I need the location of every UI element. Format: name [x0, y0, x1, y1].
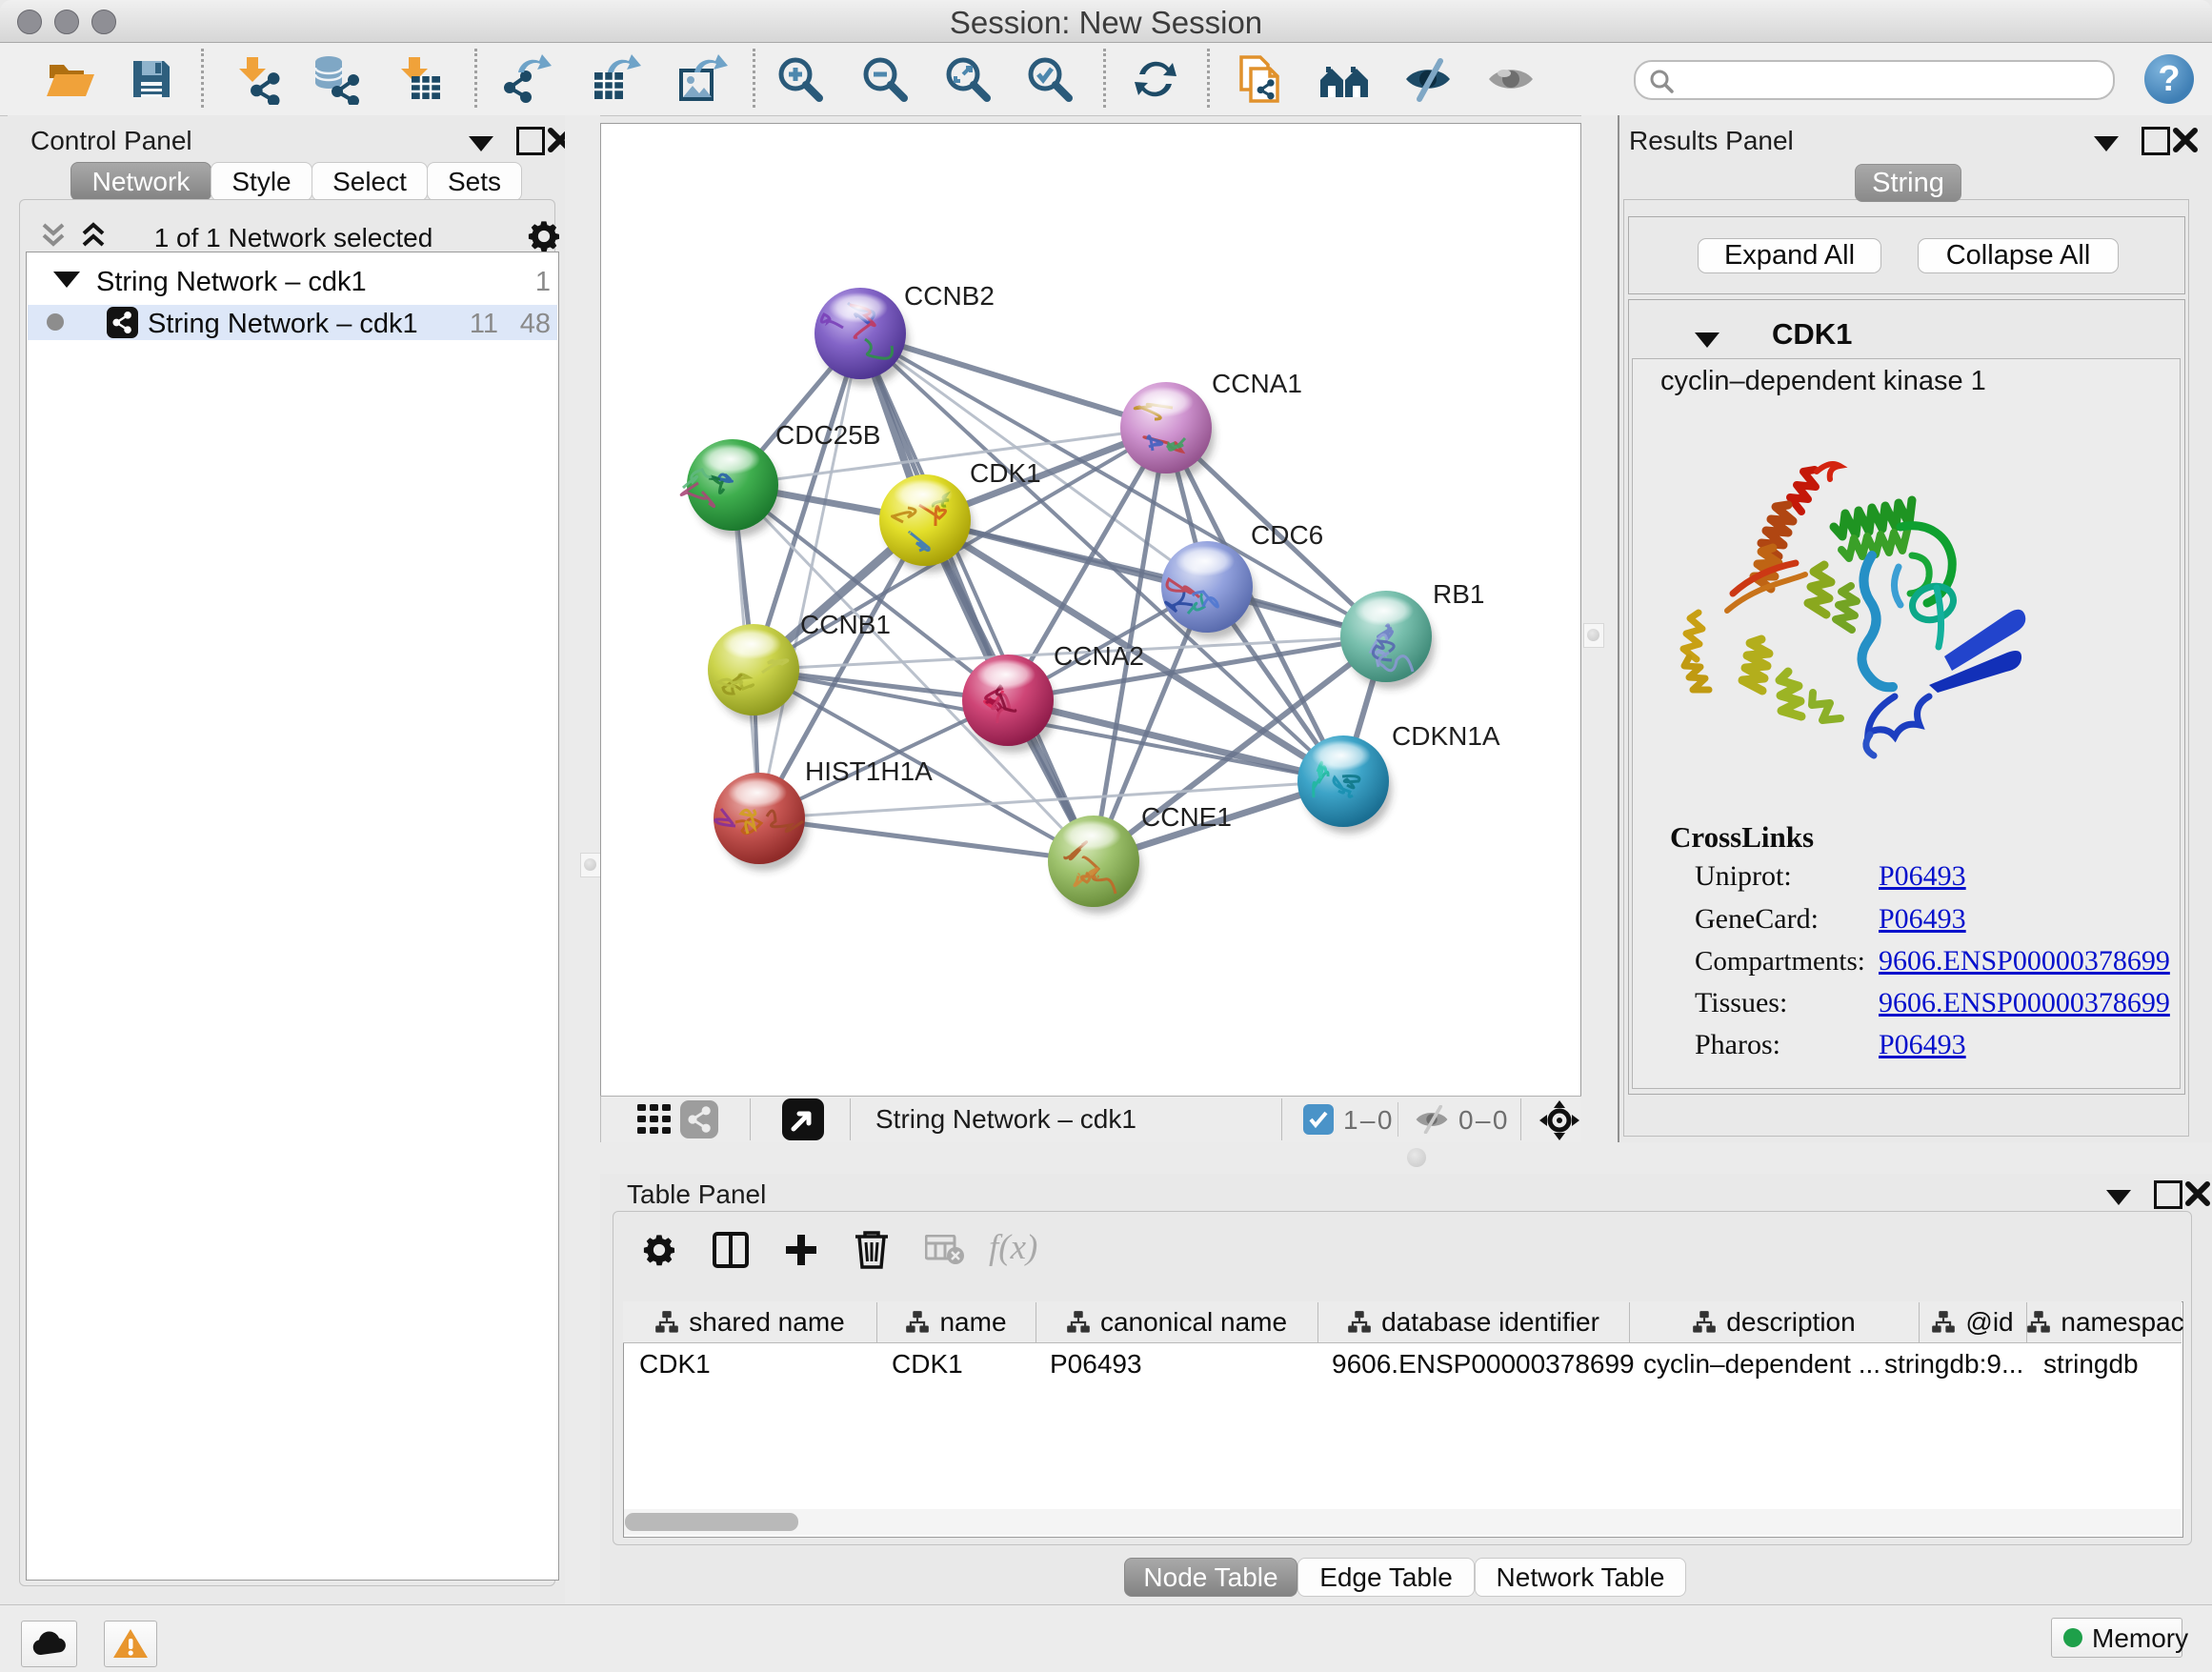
svg-text:CDK1: CDK1: [970, 458, 1041, 488]
svg-text:HIST1H1A: HIST1H1A: [805, 756, 933, 786]
svg-text:RB1: RB1: [1433, 579, 1484, 609]
svg-text:CCNA1: CCNA1: [1212, 369, 1302, 398]
svg-text:CDC25B: CDC25B: [775, 420, 880, 450]
svg-text:CDKN1A: CDKN1A: [1392, 721, 1500, 751]
svg-text:CCNB1: CCNB1: [800, 610, 891, 639]
svg-text:CCNB2: CCNB2: [904, 281, 995, 311]
svg-text:CCNE1: CCNE1: [1141, 802, 1232, 832]
svg-text:CDC6: CDC6: [1251, 520, 1323, 550]
svg-text:CCNA2: CCNA2: [1054, 641, 1144, 671]
